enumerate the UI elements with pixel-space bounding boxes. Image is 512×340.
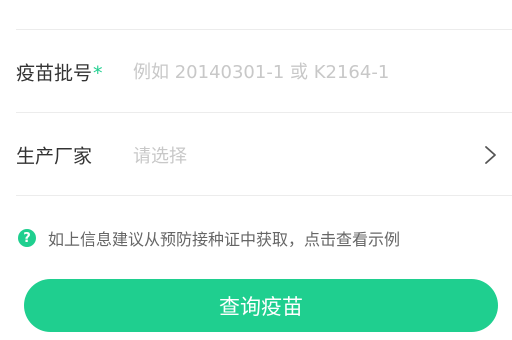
vaccine-query-form: 疫苗批号* 生产厂家 请选择 ? 如上信息建议从预防接种证中获取，点击查看示例 … — [0, 0, 512, 340]
manufacturer-select-value[interactable]: 请选择 — [133, 142, 187, 168]
bottom-divider — [16, 195, 512, 196]
hint-text[interactable]: 如上信息建议从预防接种证中获取，点击查看示例 — [48, 226, 400, 250]
manufacturer-row[interactable]: 生产厂家 请选择 — [0, 115, 512, 195]
chevron-right-icon[interactable] — [484, 144, 498, 166]
hint-link[interactable]: ? 如上信息建议从预防接种证中获取，点击查看示例 — [18, 226, 400, 250]
top-divider — [16, 29, 512, 30]
batch-number-row[interactable]: 疫苗批号* — [0, 32, 512, 112]
batch-number-label: 疫苗批号* — [16, 62, 103, 85]
row-divider — [16, 112, 512, 113]
required-mark: * — [93, 62, 103, 85]
manufacturer-label: 生产厂家 — [16, 145, 93, 168]
question-circle-icon: ? — [18, 229, 36, 247]
batch-number-input[interactable] — [133, 54, 473, 90]
query-vaccine-button[interactable]: 查询疫苗 — [24, 279, 498, 332]
